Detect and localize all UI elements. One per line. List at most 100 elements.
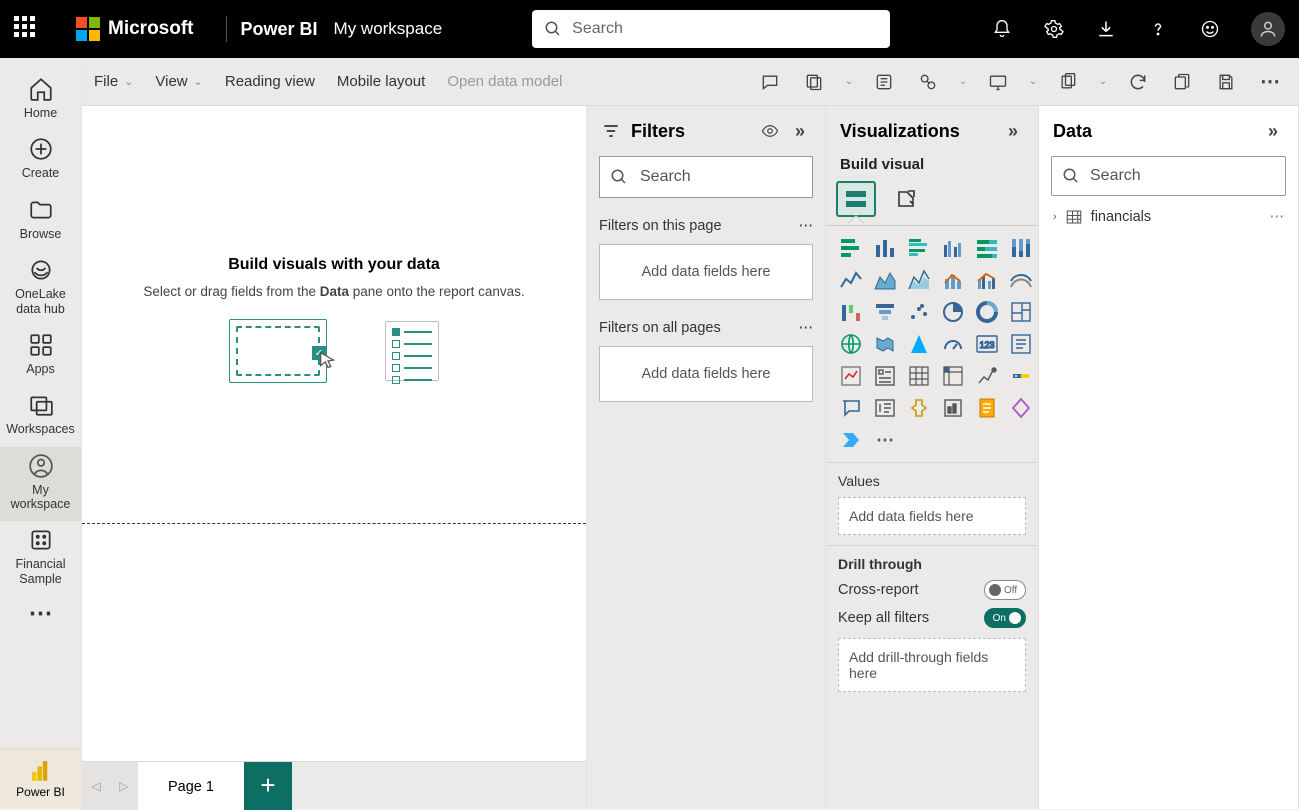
- viz-stacked-column[interactable]: [870, 234, 900, 262]
- collapse-icon[interactable]: »: [1262, 120, 1284, 142]
- app-launcher-icon[interactable]: [14, 16, 40, 42]
- viz-treemap[interactable]: [1006, 298, 1036, 326]
- viz-100-bar[interactable]: [972, 234, 1002, 262]
- viz-line-column[interactable]: [938, 266, 968, 294]
- viz-100-column[interactable]: [1006, 234, 1036, 262]
- more-icon[interactable]: ⋯: [1253, 67, 1287, 97]
- viz-map[interactable]: [836, 330, 866, 358]
- account-avatar[interactable]: [1251, 12, 1285, 46]
- global-search-input[interactable]: Search: [532, 10, 890, 48]
- download-icon[interactable]: [1095, 18, 1117, 40]
- viz-narrative[interactable]: [938, 394, 968, 422]
- viz-line-clustered[interactable]: [972, 266, 1002, 294]
- viz-gauge[interactable]: [938, 330, 968, 358]
- viz-ribbon[interactable]: [1006, 266, 1036, 294]
- viz-filled-map[interactable]: [870, 330, 900, 358]
- nav-create[interactable]: Create: [0, 130, 81, 190]
- add-page-button[interactable]: +: [244, 762, 292, 810]
- filters-all-dropzone[interactable]: Add data fields here: [599, 346, 813, 402]
- viz-decomp[interactable]: [870, 394, 900, 422]
- chevron-down-icon[interactable]: ⌄: [1095, 67, 1111, 97]
- filters-page-dropzone[interactable]: Add data fields here: [599, 244, 813, 300]
- viz-table[interactable]: [904, 362, 934, 390]
- nav-workspaces[interactable]: Workspaces: [0, 386, 81, 446]
- view-icon[interactable]: [867, 67, 901, 97]
- viz-more-icon[interactable]: ⋯: [870, 426, 900, 454]
- sync-icon[interactable]: [911, 67, 945, 97]
- viz-stacked-area[interactable]: [904, 266, 934, 294]
- feedback-icon[interactable]: [1199, 18, 1221, 40]
- present-icon[interactable]: [981, 67, 1015, 97]
- viz-clustered-bar[interactable]: [904, 234, 934, 262]
- viz-scatter[interactable]: [904, 298, 934, 326]
- build-visual-label: Build visual: [826, 156, 1038, 181]
- viz-funnel[interactable]: [870, 298, 900, 326]
- workspace-name[interactable]: My workspace: [334, 19, 443, 39]
- menu-file[interactable]: File⌄: [94, 73, 133, 90]
- viz-r[interactable]: [972, 362, 1002, 390]
- viz-kpi[interactable]: [836, 362, 866, 390]
- viz-area[interactable]: [870, 266, 900, 294]
- viz-slicer[interactable]: [870, 362, 900, 390]
- filters-page-more[interactable]: ⋯: [799, 218, 814, 234]
- help-icon[interactable]: [1147, 18, 1169, 40]
- nav-home[interactable]: Home: [0, 70, 81, 130]
- viz-power-automate[interactable]: [836, 426, 866, 454]
- chevron-down-icon[interactable]: ⌄: [955, 67, 971, 97]
- chevron-down-icon[interactable]: ⌄: [1025, 67, 1041, 97]
- nav-apps[interactable]: Apps: [0, 326, 81, 386]
- viz-matrix[interactable]: [938, 362, 968, 390]
- viz-multi-card[interactable]: [1006, 330, 1036, 358]
- viz-python[interactable]: [1006, 362, 1036, 390]
- collapse-icon[interactable]: »: [1002, 120, 1024, 142]
- viz-line[interactable]: [836, 266, 866, 294]
- settings-icon[interactable]: [1043, 18, 1065, 40]
- viz-power-apps[interactable]: [1006, 394, 1036, 422]
- data-table-more[interactable]: ⋯: [1270, 209, 1285, 225]
- page-tab[interactable]: Page 1: [138, 762, 244, 810]
- nav-more[interactable]: ⋯: [0, 596, 81, 632]
- format-tab[interactable]: [886, 181, 926, 217]
- filters-search-input[interactable]: Search: [599, 156, 813, 198]
- cross-report-toggle[interactable]: Off: [984, 580, 1026, 600]
- menu-reading-view[interactable]: Reading view: [225, 73, 315, 90]
- build-tab[interactable]: [836, 181, 876, 217]
- nav-my-workspace[interactable]: Myworkspace: [0, 447, 81, 522]
- viz-qa[interactable]: [836, 394, 866, 422]
- values-dropzone[interactable]: Add data fields here: [838, 497, 1026, 535]
- keep-filters-toggle[interactable]: On: [984, 608, 1026, 628]
- nav-powerbi[interactable]: Power BI: [0, 748, 81, 809]
- viz-paginated[interactable]: [972, 394, 1002, 422]
- page-prev-button[interactable]: ◁: [82, 762, 110, 810]
- refresh-icon[interactable]: [1121, 67, 1155, 97]
- viz-donut[interactable]: [972, 298, 1002, 326]
- copy-icon[interactable]: [1051, 67, 1085, 97]
- data-table-financials[interactable]: › financials ⋯: [1039, 208, 1298, 226]
- viz-key-influencers[interactable]: [904, 394, 934, 422]
- menu-mobile-layout[interactable]: Mobile layout: [337, 73, 425, 90]
- filters-all-more[interactable]: ⋯: [799, 320, 814, 336]
- notifications-icon[interactable]: [991, 18, 1013, 40]
- viz-card[interactable]: 123: [972, 330, 1002, 358]
- svg-text:123: 123: [979, 340, 994, 350]
- duplicate-icon[interactable]: [1165, 67, 1199, 97]
- bookmark-icon[interactable]: [797, 67, 831, 97]
- viz-pie[interactable]: [938, 298, 968, 326]
- page-next-button[interactable]: ▷: [110, 762, 138, 810]
- save-icon[interactable]: [1209, 67, 1243, 97]
- chevron-down-icon[interactable]: ⌄: [841, 67, 857, 97]
- report-canvas[interactable]: Build visuals with your data Select or d…: [82, 106, 587, 809]
- nav-browse[interactable]: Browse: [0, 191, 81, 251]
- viz-waterfall[interactable]: [836, 298, 866, 326]
- preview-icon[interactable]: [759, 120, 781, 142]
- menu-view[interactable]: View⌄: [155, 73, 202, 90]
- viz-azure-map[interactable]: [904, 330, 934, 358]
- nav-onelake[interactable]: OneLakedata hub: [0, 251, 81, 326]
- nav-financial-sample[interactable]: FinancialSample: [0, 521, 81, 596]
- collapse-icon[interactable]: »: [789, 120, 811, 142]
- drillthrough-dropzone[interactable]: Add drill-through fields here: [838, 638, 1026, 692]
- viz-stacked-bar[interactable]: [836, 234, 866, 262]
- data-search-input[interactable]: Search: [1051, 156, 1286, 196]
- comment-icon[interactable]: [753, 67, 787, 97]
- viz-clustered-column[interactable]: [938, 234, 968, 262]
